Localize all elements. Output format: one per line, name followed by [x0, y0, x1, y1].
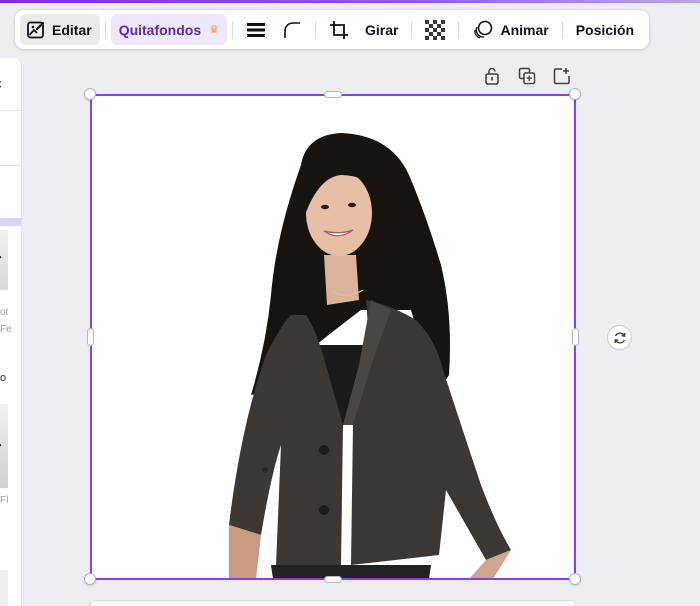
toolbar-divider — [232, 20, 233, 39]
transparency-checker-icon — [425, 19, 446, 40]
corner-rounding-button[interactable] — [274, 14, 310, 45]
context-toolbar: Editar Quitafondos ♛ Girar Animar Posici… — [15, 10, 649, 49]
toolbar-divider — [315, 20, 316, 39]
resize-handle-bottom[interactable] — [324, 576, 342, 583]
duplicate-icon[interactable] — [517, 66, 537, 86]
design-page[interactable] — [91, 95, 575, 579]
edit-image-button[interactable]: Editar — [20, 14, 100, 45]
corner-rounding-icon — [282, 20, 302, 40]
toolbar-divider — [561, 20, 563, 39]
background-remover-button[interactable]: Quitafondos ♛ — [110, 14, 227, 45]
position-label: Posición — [575, 21, 635, 38]
chevron-right-icon[interactable]: › — [0, 250, 2, 265]
resize-handle-left[interactable] — [87, 328, 94, 346]
image-edit-icon — [26, 20, 46, 40]
rotate-label: Girar — [365, 21, 399, 38]
rotate-handle[interactable] — [607, 325, 632, 350]
resize-handle-bottom-left[interactable] — [84, 573, 96, 585]
toolbar-divider — [458, 20, 460, 39]
add-page-icon[interactable] — [552, 66, 572, 86]
rotate-icon — [614, 332, 625, 343]
rotate-button[interactable]: Girar — [357, 14, 406, 45]
crop-icon — [329, 20, 349, 40]
top-accent-bar — [0, 0, 700, 3]
toolbar-divider — [411, 20, 413, 39]
edit-image-label: Editar — [52, 21, 92, 38]
position-button[interactable]: Posición — [568, 14, 642, 45]
border-style-button[interactable] — [238, 14, 274, 45]
collapse-panel-icon[interactable]: ‹ — [0, 74, 2, 93]
panel-divider — [0, 165, 21, 166]
toolbar-divider — [104, 20, 106, 39]
panel-highlight — [0, 218, 21, 226]
lock-icon[interactable] — [482, 66, 502, 86]
animate-label: Animar — [500, 21, 549, 38]
resize-handle-top-right[interactable] — [569, 88, 581, 100]
animate-button[interactable]: Animar — [464, 14, 556, 45]
side-panel: ‹ › ot Fe o › Fl — [0, 58, 22, 606]
panel-text-fragment: ot — [0, 307, 9, 318]
element-actions — [482, 66, 572, 86]
panel-text-fragment: Fl — [0, 495, 9, 506]
panel-divider — [0, 110, 21, 111]
person-photo[interactable] — [91, 95, 575, 579]
resize-handle-bottom-right[interactable] — [569, 573, 581, 585]
transparency-button[interactable] — [417, 14, 453, 45]
chevron-right-icon[interactable]: › — [0, 438, 2, 453]
panel-text-fragment: Fe — [0, 324, 12, 335]
resize-handle-top[interactable] — [324, 91, 342, 98]
animate-icon — [472, 20, 494, 40]
border-style-icon — [246, 20, 266, 40]
panel-text-fragment: o — [0, 372, 7, 384]
crown-icon: ♛ — [209, 24, 219, 36]
next-page-card[interactable] — [90, 600, 576, 606]
background-remover-label: Quitafondos — [118, 21, 202, 38]
resize-handle-top-left[interactable] — [84, 88, 96, 100]
crop-button[interactable] — [321, 14, 357, 45]
panel-thumbnail[interactable] — [0, 570, 8, 606]
resize-handle-right[interactable] — [572, 328, 579, 346]
